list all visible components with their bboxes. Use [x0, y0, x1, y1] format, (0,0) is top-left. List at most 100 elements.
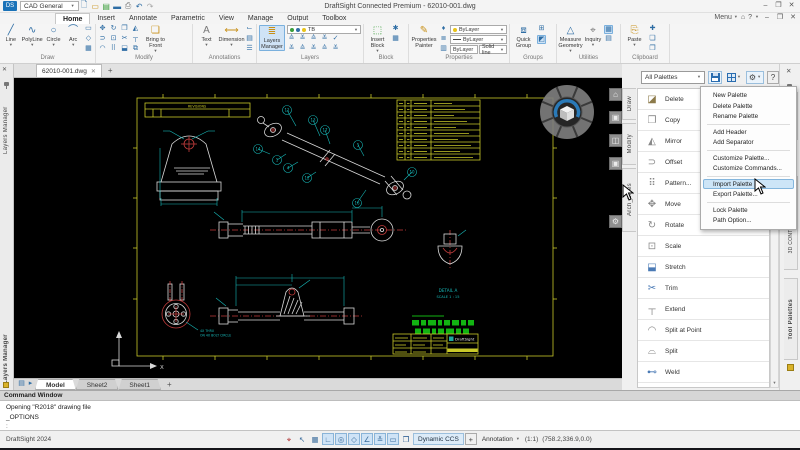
ortho-icon[interactable]: ∟ — [322, 433, 334, 445]
open-folder-icon[interactable]: ▭ — [90, 2, 101, 11]
line-color-dropdown[interactable]: ByLayer ▼ — [450, 25, 507, 34]
command-window-title[interactable]: Command Window — [0, 391, 800, 401]
grid-tool-icon[interactable]: ▦ — [604, 25, 613, 34]
layer-tool-icon[interactable]: ≚ — [320, 35, 329, 44]
menu-button[interactable]: Menu ▼ — [714, 14, 737, 21]
menu-item-import-palette[interactable]: Import Palette — [703, 178, 794, 189]
sheet-tab-sheet1[interactable]: Sheet1 — [118, 379, 161, 390]
copy-ref-icon[interactable]: ❐ — [648, 45, 657, 54]
palette-item-split[interactable]: ⌓ Split — [638, 341, 769, 362]
measure-geometry-button[interactable]: △ Measure Geometry ▼ — [558, 25, 582, 53]
polyline-button[interactable]: ∿ PolyLine ▼ — [22, 25, 43, 47]
cut-icon[interactable]: ✚ — [648, 25, 657, 34]
polar-icon[interactable]: ◎ — [335, 433, 347, 445]
group-edit-icon[interactable]: ◩ — [537, 35, 546, 44]
minimize-doc-button[interactable]: – — [762, 14, 772, 21]
command-prompt[interactable]: : — [0, 423, 800, 430]
layer-tool-icon[interactable]: ≙ — [298, 45, 307, 54]
menu-item-add-separator[interactable]: Add Separator — [703, 137, 794, 148]
menu-item-delete-palette[interactable]: Delete Palette — [703, 101, 794, 112]
bring-to-front-button[interactable]: ❏ Bring to Front ▼ — [143, 25, 168, 53]
tab-annotate[interactable]: Annotate — [122, 13, 164, 24]
copy-clip-icon[interactable]: ❏ — [648, 35, 657, 44]
layer-tool-icon[interactable]: ≙ — [287, 35, 296, 44]
copy-icon[interactable]: ❐ — [120, 25, 129, 34]
close-palette-button[interactable]: ✕ — [786, 67, 791, 75]
nav-views-button[interactable]: ▣ — [609, 111, 622, 124]
palette-item-trim[interactable]: ✂ Trim — [638, 278, 769, 299]
layer-tool-icon[interactable]: ≚ — [309, 45, 318, 54]
help-button[interactable]: ? — [748, 14, 752, 21]
layer-check-icon[interactable]: ✓ — [331, 35, 340, 44]
close-panel-button[interactable]: ✕ — [2, 66, 7, 73]
palette-filter-dropdown[interactable]: All Palettes ▼ — [641, 70, 705, 84]
hatch-icon[interactable]: ▦ — [84, 45, 93, 54]
palette-settings-button[interactable]: ⚙ ▼ — [746, 70, 764, 84]
close-button[interactable]: ✕ — [785, 1, 798, 9]
palette-item-split-at-point[interactable]: ◠ Split at Point — [638, 320, 769, 341]
palette-item-scale[interactable]: ⊡ Scale — [638, 236, 769, 257]
palette-item-weld[interactable]: ⊷ Weld — [638, 362, 769, 383]
grid-icon[interactable]: ▦ — [309, 433, 321, 445]
leader-icon[interactable]: ⌙ — [245, 25, 254, 34]
properties-painter-button[interactable]: ✎ Properties Painter — [411, 25, 437, 49]
entity-snap-icon[interactable]: ◇ — [348, 433, 360, 445]
move-icon[interactable]: ✥ — [98, 25, 107, 34]
print-icon[interactable]: ⎙ — [123, 1, 134, 11]
mirror-icon[interactable]: ◭ — [131, 25, 140, 34]
tab-output[interactable]: Output — [280, 13, 315, 24]
extend-icon[interactable]: ┬ — [131, 35, 140, 44]
minimize-button[interactable]: – — [759, 2, 772, 9]
menu-item-path-option[interactable]: Path Option... — [703, 215, 794, 226]
nav-home-button[interactable]: ⌂ — [609, 88, 622, 101]
palette-view-button[interactable]: ▼ — [725, 71, 743, 84]
layer-tool-icon[interactable]: ≚ — [331, 45, 340, 54]
scale-icon[interactable]: ⊡ — [109, 35, 118, 44]
close-tab-icon[interactable]: ✕ — [91, 68, 96, 75]
fillet-icon[interactable]: ◠ — [98, 45, 107, 54]
calculator-icon[interactable]: ▤ — [604, 35, 613, 44]
redo-icon[interactable]: ↷ — [145, 2, 156, 11]
snap-marker-icon[interactable]: ⌖ — [283, 433, 295, 445]
drawing-canvas[interactable]: .yl{stroke:#c9c92a;fill:none;stroke-widt… — [14, 78, 622, 378]
nav-settings-button[interactable]: ⚙ — [609, 215, 622, 228]
sheet-list-icon[interactable]: ▤ — [17, 380, 26, 389]
layer-tool-icon[interactable]: ≙ — [309, 35, 318, 44]
entity-track-icon[interactable]: ∠ — [361, 433, 373, 445]
restore-button[interactable]: ❐ — [772, 1, 785, 9]
layers-manager-panel-tab[interactable]: Layers Manager — [3, 90, 9, 154]
workspace-dropdown[interactable]: CAD General ▼ — [20, 1, 79, 11]
undo-icon[interactable]: ↶ — [134, 2, 145, 11]
ellipse-icon[interactable]: ◇ — [84, 35, 93, 44]
offset-icon[interactable]: ⊃ — [98, 35, 107, 44]
quick-copy-icon[interactable]: ❐ — [400, 433, 412, 445]
pointer-icon[interactable]: ↖ — [296, 433, 308, 445]
layer-tool-icon[interactable]: ≚ — [298, 35, 307, 44]
chevron-down-icon[interactable]: ▼ — [755, 15, 759, 19]
command-window[interactable]: Command Window Opening "R2018" drawing f… — [0, 390, 800, 430]
attach-icon[interactable]: ▤ — [101, 2, 112, 11]
sheet-nav-icon[interactable]: ▸ — [26, 380, 35, 389]
menu-item-export-palette[interactable]: Export Palette... — [703, 189, 794, 200]
ungroup-icon[interactable]: ⊞ — [537, 25, 546, 34]
paste-button[interactable]: ⎘ Paste ▼ — [623, 25, 646, 47]
table-icon[interactable]: ▤ — [245, 35, 254, 44]
new-file-icon[interactable]: 🗋 — [79, 0, 90, 13]
add-sheet-button[interactable]: + — [167, 380, 172, 389]
menu-item-rename-palette[interactable]: Rename Palette — [703, 111, 794, 122]
palette-tab-draw[interactable]: Draw — [622, 88, 636, 120]
palette-item-extend[interactable]: ┬ Extend — [638, 299, 769, 320]
make-block-icon[interactable]: ✱ — [391, 25, 400, 34]
save-palette-button[interactable] — [708, 70, 722, 84]
tab-parametric[interactable]: Parametric — [164, 13, 212, 24]
explode-icon[interactable]: ⧉ — [131, 45, 140, 54]
trim-icon[interactable]: ✂ — [120, 35, 129, 44]
annotation-scale-dropdown[interactable]: Annotation ▼ — [478, 435, 524, 444]
menu-item-customize-palette[interactable]: Customize Palette... — [703, 153, 794, 164]
layers-manager-docked-tab[interactable]: Layers Manager — [3, 326, 9, 384]
document-tab[interactable]: 62010-001.dwg ✕ — [36, 64, 102, 77]
layer-tool-icon[interactable]: ≙ — [320, 45, 329, 54]
layer-tool-icon[interactable]: ≚ — [287, 45, 296, 54]
text-button[interactable]: A Text ▼ — [195, 25, 218, 47]
layer-dropdown[interactable]: TB ▼ — [287, 25, 361, 34]
